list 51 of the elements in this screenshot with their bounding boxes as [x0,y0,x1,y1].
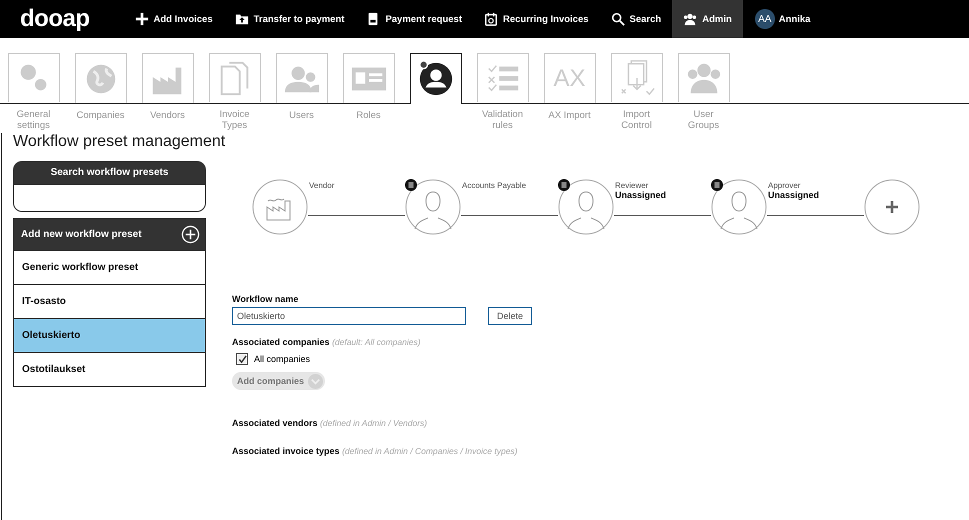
page-title: Workflow preset management [13,133,226,151]
checkbox[interactable] [236,353,248,365]
add-preset-button[interactable]: Add new workflow preset [13,218,206,251]
field-label: Workflow name [232,294,300,304]
search-field[interactable] [13,185,206,212]
search-icon [610,12,625,26]
section-hint: (defined in Admin / Vendors) [320,418,428,428]
add-icon [181,225,200,244]
step-assignee: Unassigned [768,190,820,200]
nav-item[interactable]: Search [600,0,672,38]
section-label: Associated vendors [232,418,318,428]
nav-item[interactable]: Transfer to payment [224,0,356,38]
checkbox-label: All companies [254,354,310,364]
section-label: Associated invoice types [232,446,340,456]
preset-item[interactable]: IT-osasto [13,285,206,319]
nav-item[interactable]: Add Invoices [124,0,224,38]
menu-icon[interactable] [558,179,570,191]
preset-item[interactable]: Ostotilaukset [13,353,206,387]
users-icon [683,12,698,26]
menu-icon[interactable] [711,179,723,191]
search-title: Search workflow presets [13,161,206,185]
calendar-icon [484,12,498,26]
plus-icon [134,12,148,26]
add-companies-button[interactable]: Add companies [232,372,326,390]
user-avatar[interactable]: AA [754,9,775,29]
person-node[interactable] [558,179,614,235]
folder-icon [234,12,249,26]
user-name[interactable]: Annika [778,14,810,24]
nav-item[interactable]: Admin [672,0,743,38]
step-role: Reviewer [615,181,650,190]
step-role: Approver [768,181,802,190]
person-icon [416,60,454,98]
preset-item[interactable]: Oletuskierto [13,319,206,353]
step-role: Vendor [309,181,334,190]
nav-item[interactable]: Payment request [355,0,473,38]
step-assignee: Unassigned [615,190,666,200]
chevron-down-icon [308,374,324,388]
section-hint: (default: All companies) [332,337,421,347]
document-icon [366,12,380,26]
person-node[interactable] [711,179,767,235]
nav-item[interactable]: Recurring Invoices [473,0,600,38]
logo[interactable]: dooap [20,5,90,33]
person-node[interactable] [405,179,461,235]
vendor-node[interactable] [252,179,308,235]
menu-icon[interactable] [405,179,417,191]
section-label: Associated companies [232,337,330,347]
step-role: Accounts Payable [462,181,526,190]
preset-item[interactable]: Generic workflow preset [13,251,206,285]
delete-button[interactable]: Delete [488,307,532,325]
name-field[interactable]: Oletuskierto [232,307,466,325]
section-hint: (defined in Admin / Companies / Invoice types) [342,446,518,456]
